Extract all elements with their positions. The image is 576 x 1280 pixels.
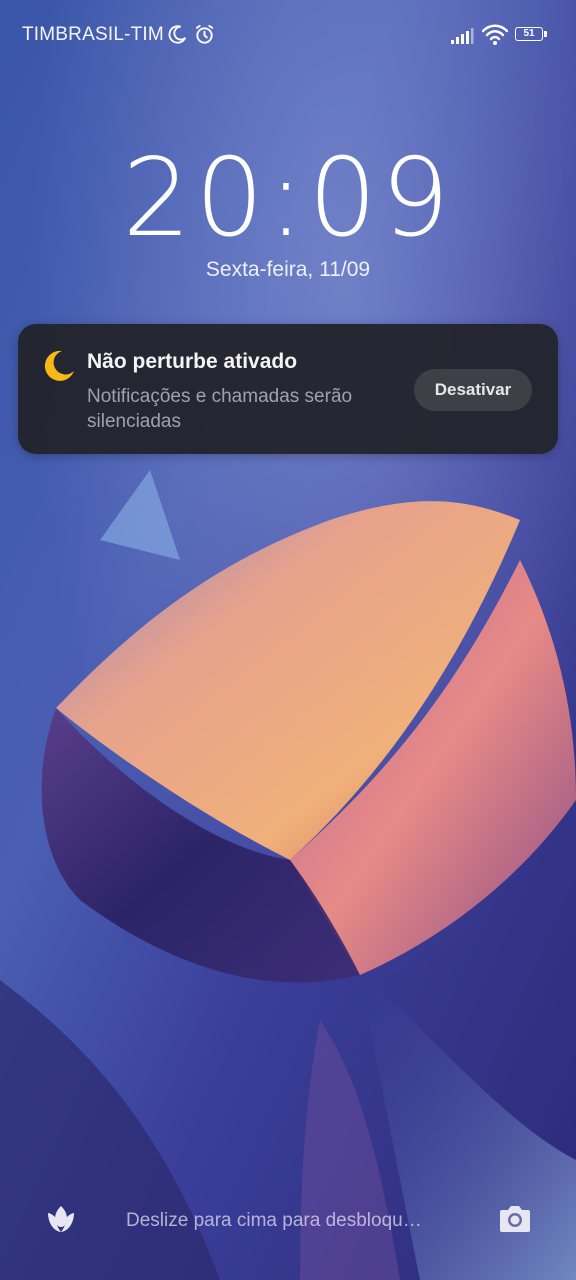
notification-body: Notificações e chamadas serão silenciada… <box>87 386 353 432</box>
moon-icon <box>168 25 187 44</box>
unlock-hint: Deslize para cima para desbloqu… <box>126 1210 422 1231</box>
camera-icon[interactable] <box>497 1204 533 1234</box>
signal-icon <box>451 28 474 44</box>
moon-icon <box>44 350 74 381</box>
tulip-icon[interactable] <box>44 1202 78 1236</box>
lockscreen-date: Sexta-feira, 11/09 <box>205 258 371 281</box>
notification-title: Não perturbe ativado <box>87 350 298 373</box>
dnd-notification[interactable]: Não perturbe ativado Notificações e cham… <box>18 324 558 454</box>
alarm-icon <box>195 24 214 44</box>
lockscreen-clock: 20:09 <box>122 136 454 261</box>
deactivate-button[interactable]: Desativar <box>414 369 532 411</box>
battery-level: 51 <box>523 28 535 39</box>
carrier-name: TIMBRASIL-TIM <box>22 24 164 45</box>
battery-icon: 51 <box>515 27 547 43</box>
wifi-icon <box>482 24 508 45</box>
lockscreen-bottom-bar: Deslize para cima para desbloqu… <box>0 1190 576 1250</box>
status-bar: TIMBRASIL-TIM 51 <box>0 0 576 70</box>
